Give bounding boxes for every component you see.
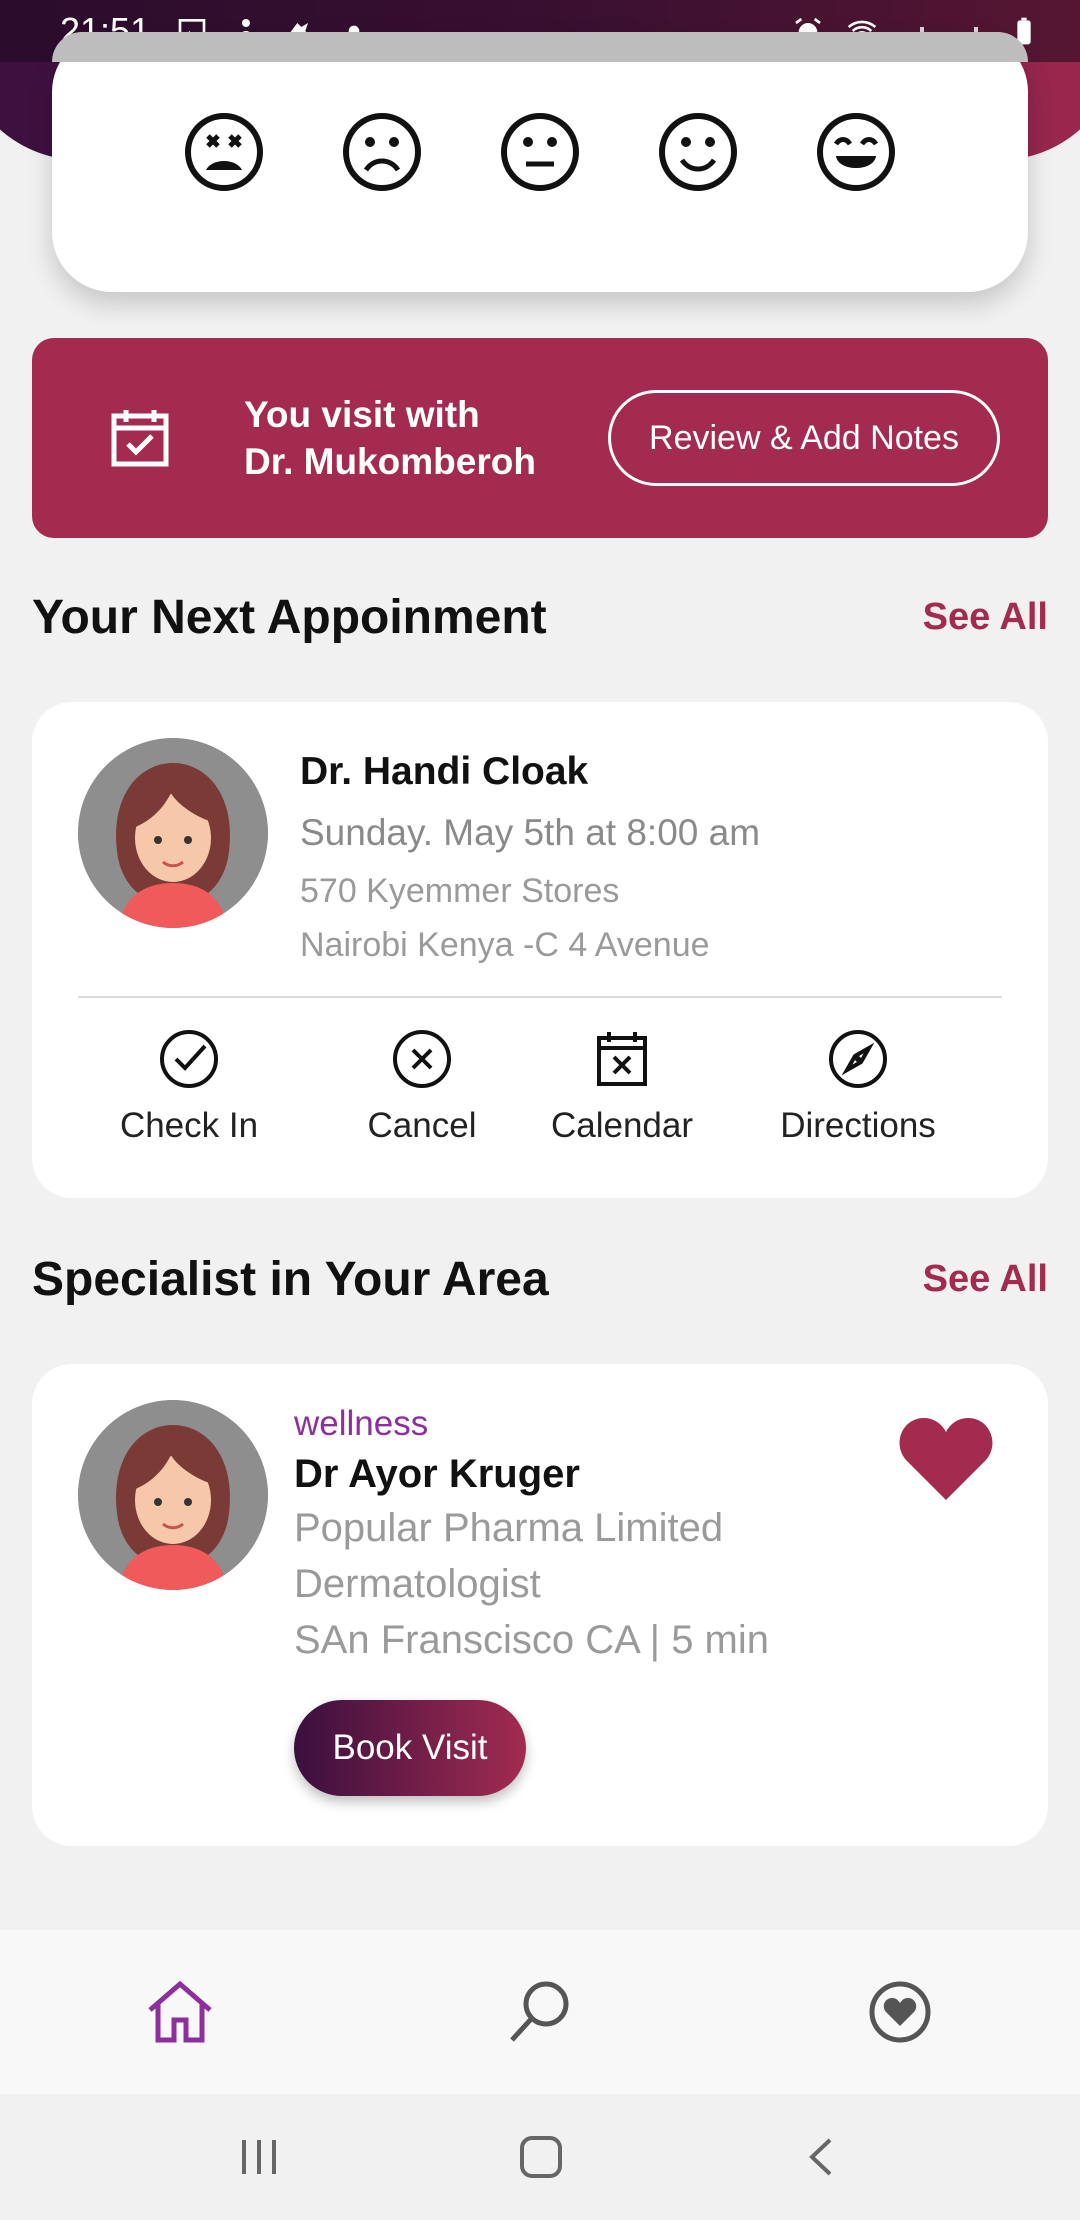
specialist-company: Popular Pharma Limited — [294, 1506, 724, 1550]
appointment-address-line1: 570 Kyemmer Stores — [300, 872, 620, 910]
appointment-date: Sunday. May 5th at 8:00 am — [300, 812, 761, 853]
specialist-category: wellness — [294, 1404, 429, 1443]
appointment-card[interactable]: Dr. Handi Cloak Sunday. May 5th at 8:00 … — [32, 702, 1048, 1198]
specialists-title: Specialist in Your Area — [32, 1253, 549, 1306]
doctor-avatar — [78, 738, 268, 928]
review-add-notes-button[interactable]: Review & Add Notes — [608, 390, 1000, 486]
cancel-circle-icon — [393, 1030, 451, 1088]
search-icon[interactable] — [504, 1976, 576, 2048]
specialist-name: Dr Ayor Kruger — [294, 1452, 580, 1496]
neutral-face-icon[interactable] — [500, 112, 580, 192]
happy-face-icon[interactable] — [658, 112, 738, 192]
cancel-label: Cancel — [367, 1106, 477, 1145]
book-visit-button[interactable]: Book Visit — [294, 1700, 526, 1796]
directions-label: Directions — [780, 1106, 936, 1145]
very-happy-face-icon[interactable] — [816, 112, 896, 192]
bottom-navigation — [0, 1930, 1080, 2094]
home-icon[interactable] — [144, 1976, 216, 2048]
specialists-see-all-link[interactable]: See All — [923, 1258, 1048, 1301]
system-navigation — [0, 2094, 1080, 2220]
check-in-button[interactable]: Check In — [104, 1028, 274, 1146]
mood-selector — [52, 32, 1028, 292]
appointments-see-all-link[interactable]: See All — [923, 596, 1048, 639]
divider — [78, 996, 1002, 998]
sad-face-icon[interactable] — [342, 112, 422, 192]
calendar-check-icon — [111, 410, 169, 467]
home-button-icon[interactable] — [516, 2132, 566, 2182]
very-sad-face-icon[interactable] — [184, 112, 264, 192]
recent-apps-icon[interactable] — [234, 2132, 284, 2182]
visit-banner: You visit with Dr. Mukomberoh Review & A… — [32, 338, 1048, 538]
appointment-doctor-name: Dr. Handi Cloak — [300, 750, 589, 793]
check-in-label: Check In — [119, 1106, 259, 1145]
back-icon[interactable] — [798, 2132, 848, 2182]
specialist-avatar — [78, 1400, 268, 1590]
favorites-icon[interactable] — [864, 1976, 936, 2048]
visit-line1: You visit with — [244, 394, 480, 435]
next-appointment-title: Your Next Appoinment — [32, 591, 547, 644]
compass-icon — [829, 1030, 887, 1088]
check-circle-icon — [160, 1030, 218, 1088]
calendar-label: Calendar — [550, 1106, 694, 1145]
directions-button[interactable]: Directions — [748, 1028, 968, 1146]
specialist-card[interactable]: wellness Dr Ayor Kruger Popular Pharma L… — [32, 1364, 1048, 1846]
cancel-button[interactable]: Cancel — [342, 1028, 502, 1146]
visit-doctor: Dr. Mukomberoh — [244, 441, 536, 482]
calendar-button[interactable]: Calendar — [532, 1028, 712, 1146]
specialist-location: SAn Franscisco CA | 5 min — [294, 1618, 769, 1662]
calendar-remove-icon — [597, 1032, 647, 1086]
visit-text: You visit with Dr. Mukomberoh — [244, 391, 564, 485]
favorite-heart-icon[interactable] — [898, 1416, 994, 1502]
specialist-specialty: Dermatologist — [294, 1562, 541, 1606]
appointment-address-line2: Nairobi Kenya -C 4 Avenue — [300, 926, 710, 964]
